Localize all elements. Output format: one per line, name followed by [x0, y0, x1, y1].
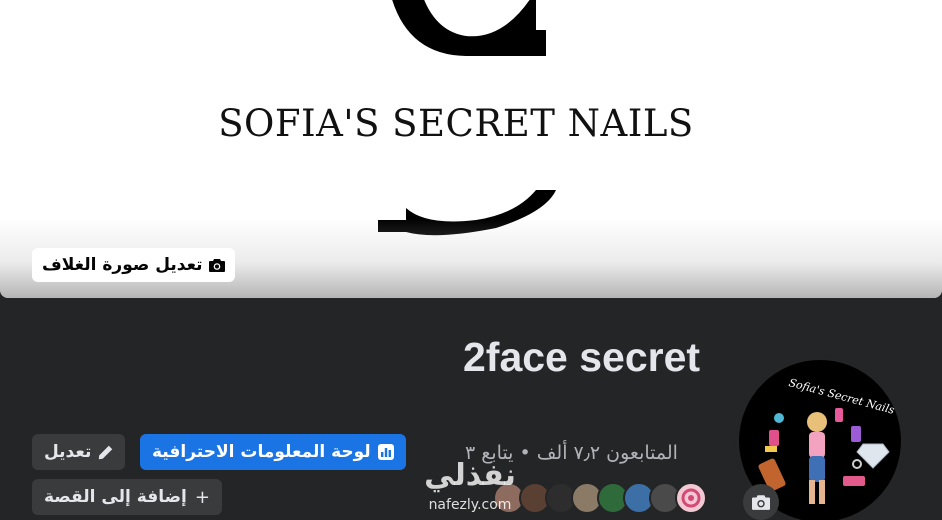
edit-cover-button[interactable]: تعديل صورة الغلاف	[32, 248, 235, 282]
pencil-icon	[99, 445, 113, 459]
camera-icon	[208, 259, 225, 272]
dashboard-label: لوحة المعلومات الاحترافية	[152, 442, 371, 462]
page-name: 2face secret	[463, 334, 701, 380]
add-to-story-button[interactable]: + إضافة إلى القصة	[32, 479, 222, 515]
professional-dashboard-button[interactable]: لوحة المعلومات الاحترافية	[140, 434, 406, 470]
bar-chart-icon	[377, 444, 394, 460]
edit-label: تعديل	[44, 442, 92, 462]
update-avatar-button[interactable]	[743, 484, 779, 520]
friend-avatar[interactable]	[675, 482, 707, 514]
watermark-arabic: نفذلي	[424, 458, 516, 493]
profile-page: SOFIA'S SECRET NAILS تعديل صورة الغلاف 2…	[0, 0, 942, 520]
brand-logo-top-arc	[392, 0, 546, 56]
edit-cover-label: تعديل صورة الغلاف	[42, 255, 203, 275]
camera-icon	[752, 495, 770, 510]
plus-icon: +	[194, 486, 210, 508]
watermark-url: nafezly.com	[428, 497, 512, 513]
edit-page-button[interactable]: تعديل	[32, 434, 126, 470]
nail-ring-icon	[681, 488, 701, 508]
watermark: نفذلي nafezly.com	[412, 456, 528, 520]
story-label: إضافة إلى القصة	[44, 487, 187, 507]
brand-name-text: SOFIA'S SECRET NAILS	[218, 102, 694, 145]
